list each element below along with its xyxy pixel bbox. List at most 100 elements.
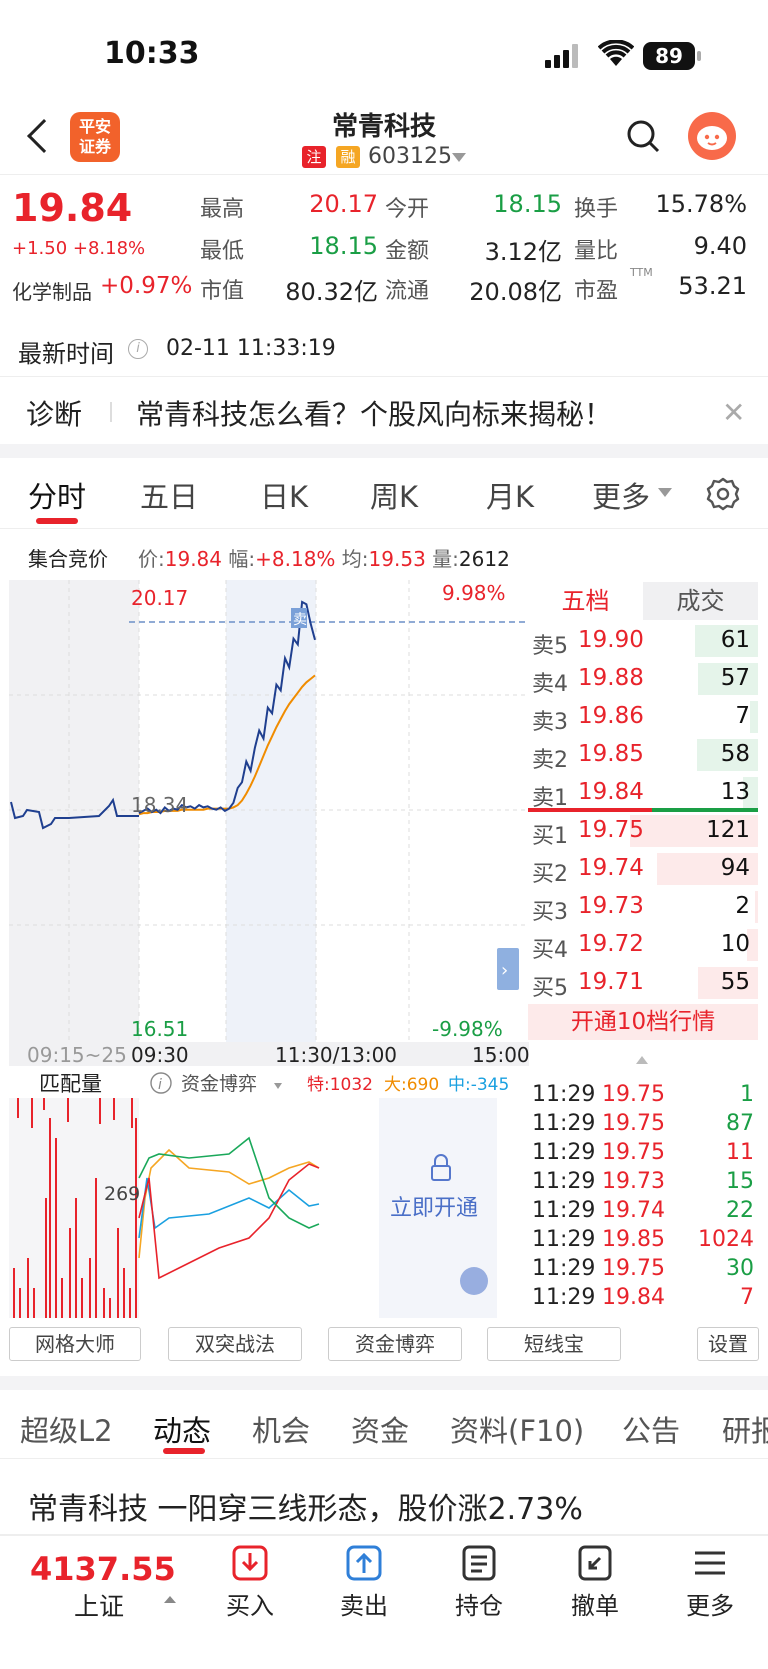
buy-button[interactable]: 买入 bbox=[210, 1544, 290, 1621]
book-vol: 121 bbox=[706, 817, 750, 843]
index-value[interactable]: 4137.55 bbox=[30, 1550, 176, 1588]
quote-label: 金额 bbox=[385, 239, 430, 264]
tick-time: 11:29 bbox=[532, 1082, 596, 1107]
tick-price: 19.75 bbox=[602, 1111, 665, 1136]
volume-bar-top bbox=[67, 1098, 69, 1122]
fund-game-label[interactable]: 资金博弈 bbox=[181, 1073, 257, 1095]
bid-row[interactable]: 买1 19.75 121 bbox=[528, 812, 758, 850]
sell-button[interactable]: 卖出 bbox=[324, 1544, 404, 1621]
volume-bar-top bbox=[113, 1098, 115, 1120]
position-label: 持仓 bbox=[455, 1592, 503, 1620]
cellular-signal-icon bbox=[545, 44, 578, 68]
tab-deals[interactable]: 成交 bbox=[643, 582, 758, 620]
tab-research[interactable]: 研报 bbox=[722, 1408, 768, 1450]
tab-daily-k[interactable]: 日K bbox=[260, 474, 308, 516]
chevron-up-icon[interactable] bbox=[164, 1596, 176, 1603]
chevron-right-icon[interactable]: › bbox=[501, 960, 508, 981]
tab-super-l2[interactable]: 超级L2 bbox=[20, 1408, 113, 1450]
bid-row[interactable]: 买2 19.74 94 bbox=[528, 850, 758, 888]
tab-news[interactable]: 动态 bbox=[153, 1408, 211, 1450]
stock-name: 常青科技 bbox=[331, 112, 436, 142]
wifi-icon bbox=[598, 40, 634, 66]
volume-bar-top bbox=[31, 1098, 33, 1128]
tab-indicator bbox=[36, 518, 78, 524]
ttm-superscript: TTM bbox=[630, 266, 653, 279]
info-icon[interactable]: i bbox=[128, 339, 148, 359]
diagnosis-banner-text[interactable]: 常青科技怎么看？个股风向标来揭秘！ bbox=[136, 393, 612, 433]
undo-icon bbox=[578, 1545, 612, 1581]
book-price: 19.90 bbox=[578, 627, 644, 653]
volume-bar bbox=[755, 891, 758, 923]
industry-name[interactable]: 化学制品 bbox=[12, 276, 92, 305]
ask-row[interactable]: 卖3 19.86 7 bbox=[528, 698, 758, 736]
auction-summary: 价:19.84 幅:+8.18% 均:19.53 量:2612 bbox=[138, 543, 510, 572]
book-price: 19.88 bbox=[578, 665, 644, 691]
highlight-area bbox=[226, 580, 316, 1042]
back-icon[interactable] bbox=[27, 119, 61, 153]
more-button[interactable]: 更多 bbox=[670, 1544, 750, 1621]
tick-price: 19.73 bbox=[602, 1169, 665, 1194]
bid-row[interactable]: 买3 19.73 2 bbox=[528, 888, 758, 926]
book-vol: 55 bbox=[720, 969, 750, 995]
tab-f10[interactable]: 资料(F10) bbox=[450, 1408, 584, 1450]
tab-monthly-k[interactable]: 月K bbox=[486, 474, 534, 516]
chevron-down-icon[interactable] bbox=[274, 1083, 282, 1089]
ask-row[interactable]: 卖5 19.90 61 bbox=[528, 622, 758, 660]
double-break-button[interactable]: 双突战法 bbox=[168, 1327, 302, 1361]
gear-icon[interactable] bbox=[706, 477, 740, 511]
close-icon[interactable]: ✕ bbox=[722, 396, 745, 429]
pre-close-label: 18.34 bbox=[131, 793, 188, 817]
more-label: 更多 bbox=[686, 1592, 734, 1620]
book-vol: 94 bbox=[720, 855, 750, 881]
tick-price: 19.85 bbox=[602, 1227, 665, 1252]
stock-code[interactable]: 603125 bbox=[368, 144, 452, 169]
chevron-up-icon[interactable] bbox=[636, 1056, 648, 1064]
info-icon-glyph[interactable]: i bbox=[158, 1077, 162, 1093]
tick-volume: 87 bbox=[726, 1111, 754, 1136]
tab-announcement[interactable]: 公告 bbox=[622, 1408, 680, 1450]
tab-five-day[interactable]: 五日 bbox=[140, 474, 198, 516]
header-divider bbox=[0, 174, 768, 175]
book-price: 19.85 bbox=[578, 741, 644, 767]
unlock-button[interactable]: 立即开通 bbox=[390, 1196, 478, 1221]
ask-row[interactable]: 卖2 19.85 58 bbox=[528, 736, 758, 774]
intraday-chart[interactable]: 卖 20.17 9.98% 18.34 16.51 -9.98% › 09:15… bbox=[9, 578, 529, 1318]
ask-row[interactable]: 卖4 19.88 57 bbox=[528, 660, 758, 698]
index-name[interactable]: 上证 bbox=[74, 1587, 124, 1623]
volume-bar bbox=[75, 1198, 77, 1318]
tab-five-levels[interactable]: 五档 bbox=[528, 582, 643, 620]
bid-row[interactable]: 买5 19.71 55 bbox=[528, 964, 758, 1002]
book-label: 买1 bbox=[532, 824, 568, 849]
chevron-down-icon[interactable] bbox=[658, 488, 672, 497]
chevron-down-icon[interactable] bbox=[452, 153, 466, 162]
settings-button[interactable]: 设置 bbox=[697, 1327, 759, 1361]
position-button[interactable]: 持仓 bbox=[439, 1544, 519, 1621]
tick-row: 11:29 19.75 30 bbox=[532, 1256, 754, 1285]
tab-intraday[interactable]: 分时 bbox=[28, 474, 86, 516]
tab-more[interactable]: 更多 bbox=[592, 474, 650, 516]
quote-label: 市值 bbox=[200, 279, 245, 304]
grid-master-button[interactable]: 网格大师 bbox=[9, 1327, 141, 1361]
tab-fund[interactable]: 资金 bbox=[351, 1408, 409, 1450]
news-headline[interactable]: 常青科技 一阳穿三线形态，股价涨2.73% bbox=[28, 1484, 583, 1528]
tab-opportunity[interactable]: 机会 bbox=[252, 1408, 310, 1450]
cancel-order-button[interactable]: 撤单 bbox=[555, 1544, 635, 1621]
update-time: 02-11 11:33:19 bbox=[166, 336, 336, 361]
price-change: +1.50 +8.18% bbox=[12, 238, 146, 259]
fullscreen-icon[interactable] bbox=[460, 1267, 488, 1295]
tab-weekly-k[interactable]: 周K bbox=[370, 474, 418, 516]
ask-row[interactable]: 卖1 19.84 13 bbox=[528, 774, 758, 812]
avatar[interactable] bbox=[688, 112, 736, 160]
divider bbox=[0, 1458, 768, 1459]
book-price: 19.73 bbox=[578, 893, 644, 919]
bid-row[interactable]: 买4 19.72 10 bbox=[528, 926, 758, 964]
book-vol: 10 bbox=[720, 931, 750, 957]
low-pct: -9.98% bbox=[432, 1017, 503, 1041]
tick-time: 11:29 bbox=[532, 1140, 596, 1165]
book-price: 19.72 bbox=[578, 931, 644, 957]
short-line-button[interactable]: 短线宝 bbox=[487, 1327, 621, 1361]
open-10-level-button[interactable]: 开通10档行情 bbox=[528, 1004, 758, 1040]
tick-volume: 30 bbox=[726, 1256, 754, 1281]
fund-game-button[interactable]: 资金博弈 bbox=[328, 1327, 462, 1361]
search-icon[interactable] bbox=[626, 119, 660, 153]
